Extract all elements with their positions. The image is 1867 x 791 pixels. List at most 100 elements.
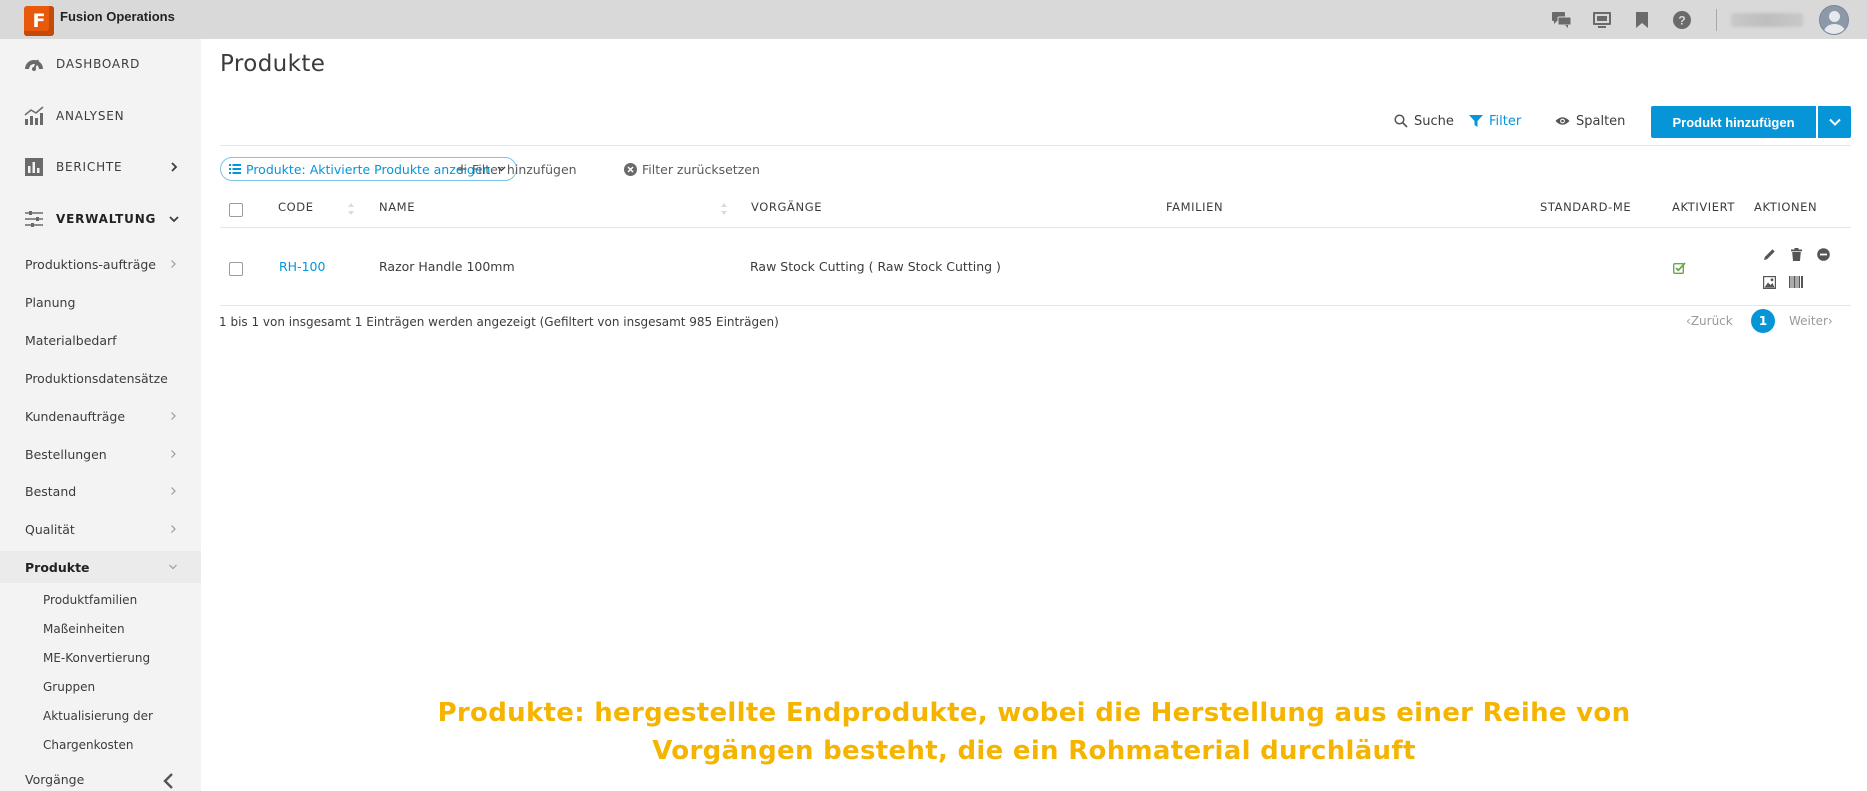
bookmark-icon[interactable] bbox=[1631, 9, 1653, 31]
sidebar-item-label: VERWALTUNG bbox=[56, 212, 157, 226]
column-header-default-uom[interactable]: STANDARD-ME bbox=[1540, 200, 1631, 214]
select-all-checkbox[interactable] bbox=[229, 203, 243, 217]
sidebar-item-chargenkosten[interactable]: Aktualisierung der bbox=[0, 701, 201, 730]
chat-icon[interactable] bbox=[1551, 9, 1573, 31]
toolbar-divider bbox=[220, 145, 1851, 146]
help-icon[interactable]: ? bbox=[1671, 9, 1693, 31]
sidebar-item-verwaltung[interactable]: VERWALTUNG bbox=[0, 199, 201, 239]
chevron-down-icon bbox=[169, 564, 177, 570]
activated-checkmark-icon bbox=[1673, 262, 1686, 274]
column-header-actions: AKTIONEN bbox=[1754, 200, 1818, 214]
product-code-link[interactable]: RH-100 bbox=[279, 259, 325, 274]
sidebar-item-produktionsdatensaetze[interactable]: Produktionsdatensätze bbox=[0, 362, 201, 394]
reset-filter-label: Filter zurücksetzen bbox=[642, 161, 760, 177]
reset-filter-link[interactable]: Filter zurücksetzen bbox=[624, 160, 760, 178]
sidebar: DASHBOARD ANALYSEN BERICHTE VERWALTUNG P… bbox=[0, 39, 201, 791]
user-name[interactable] bbox=[1731, 12, 1803, 27]
eye-icon bbox=[1555, 117, 1570, 125]
pagination-page-button[interactable]: 1 bbox=[1751, 309, 1775, 333]
sidebar-item-label: Gruppen bbox=[43, 679, 96, 694]
chevron-right-icon bbox=[171, 525, 176, 533]
search-button[interactable]: Suche bbox=[1394, 111, 1454, 131]
sidebar-item-gruppen[interactable]: Gruppen bbox=[0, 672, 201, 701]
columns-label: Spalten bbox=[1576, 113, 1626, 129]
sidebar-item-label: DASHBOARD bbox=[56, 57, 141, 71]
main-content: Produkte Suche Filter Spalten Produkt hi… bbox=[201, 39, 1867, 791]
sidebar-item-label: Bestellungen bbox=[25, 446, 107, 462]
top-bar-divider bbox=[1716, 8, 1717, 31]
sort-icon[interactable] bbox=[347, 202, 355, 216]
image-icon[interactable] bbox=[1762, 275, 1776, 289]
sidebar-item-dashboard[interactable]: DASHBOARD bbox=[0, 44, 201, 84]
sidebar-item-label: Aktualisierung der bbox=[43, 708, 153, 723]
sidebar-item-label: Planung bbox=[25, 294, 76, 310]
list-icon bbox=[229, 164, 241, 174]
dashboard-icon bbox=[25, 59, 43, 71]
deactivate-icon[interactable] bbox=[1816, 247, 1830, 261]
sort-icon[interactable] bbox=[720, 202, 728, 216]
column-header-name[interactable]: NAME bbox=[379, 200, 415, 214]
sidebar-item-masseinheiten[interactable]: Maßeinheiten bbox=[0, 614, 201, 643]
caption-line-1: Produkte: hergestellte Endprodukte, wobe… bbox=[437, 698, 1631, 728]
collapse-sidebar-icon[interactable] bbox=[160, 772, 178, 790]
pagination-next-button[interactable]: Weiter› bbox=[1789, 314, 1833, 328]
filter-button[interactable]: Filter bbox=[1469, 111, 1521, 131]
chevron-right-icon bbox=[171, 412, 176, 420]
sidebar-item-bestand[interactable]: Bestand bbox=[0, 475, 201, 507]
plus-icon bbox=[457, 164, 467, 174]
sidebar-item-label: Vorgänge bbox=[25, 771, 85, 787]
sidebar-item-planung[interactable]: Planung bbox=[0, 286, 201, 318]
chevron-down-icon bbox=[1828, 118, 1841, 126]
filter-label: Filter bbox=[1489, 113, 1522, 129]
sidebar-item-label: Chargenkosten bbox=[43, 737, 134, 752]
chevron-down-icon bbox=[169, 216, 179, 223]
columns-button[interactable]: Spalten bbox=[1555, 111, 1625, 131]
sidebar-item-qualitaet[interactable]: Qualität bbox=[0, 513, 201, 545]
sidebar-item-bestellungen[interactable]: Bestellungen bbox=[0, 438, 201, 470]
search-icon bbox=[1394, 114, 1408, 128]
sidebar-item-label: ANALYSEN bbox=[56, 109, 125, 123]
chevron-right-icon bbox=[171, 162, 178, 172]
sidebar-item-label: Maßeinheiten bbox=[43, 621, 125, 636]
add-product-button[interactable]: Produkt hinzufügen bbox=[1651, 106, 1816, 138]
sidebar-item-chargenkosten-line2[interactable]: Chargenkosten bbox=[0, 730, 201, 759]
row-checkbox[interactable] bbox=[229, 262, 243, 276]
delete-icon[interactable] bbox=[1789, 247, 1803, 261]
sidebar-item-label: Produktfamilien bbox=[43, 592, 138, 607]
sidebar-item-materialbedarf[interactable]: Materialbedarf bbox=[0, 324, 201, 356]
screen-icon[interactable] bbox=[1591, 9, 1613, 31]
sidebar-item-produktfamilien[interactable]: Produktfamilien bbox=[0, 585, 201, 614]
column-header-activated[interactable]: AKTIVIERT bbox=[1672, 200, 1735, 214]
table-bottom-divider bbox=[220, 305, 1851, 306]
clear-icon bbox=[624, 162, 637, 176]
edit-icon[interactable] bbox=[1762, 247, 1776, 261]
table-header-divider bbox=[220, 227, 1851, 228]
sidebar-item-label: Qualität bbox=[25, 521, 75, 537]
sidebar-item-analysen[interactable]: ANALYSEN bbox=[0, 96, 201, 136]
column-header-families[interactable]: FAMILIEN bbox=[1166, 200, 1223, 214]
sidebar-item-produkte[interactable]: Produkte bbox=[0, 551, 201, 583]
add-filter-link[interactable]: Filter hinzufügen bbox=[457, 160, 577, 178]
avatar[interactable] bbox=[1819, 4, 1849, 35]
sidebar-item-kundenauftraege[interactable]: Kundenaufträge bbox=[0, 400, 201, 432]
analytics-icon bbox=[24, 106, 44, 125]
column-header-code[interactable]: CODE bbox=[278, 200, 314, 214]
barcode-icon[interactable] bbox=[1789, 275, 1803, 289]
pagination-info: 1 bis 1 von insgesamt 1 Einträgen werden… bbox=[219, 315, 779, 329]
svg-text:?: ? bbox=[1678, 13, 1685, 27]
search-label: Suche bbox=[1414, 113, 1454, 129]
app-title: Fusion Operations bbox=[60, 9, 175, 24]
page-title: Produkte bbox=[220, 51, 326, 77]
add-product-dropdown-button[interactable] bbox=[1818, 106, 1851, 138]
column-header-operations[interactable]: VORGÄNGE bbox=[751, 200, 822, 214]
sidebar-item-me-konvertierung[interactable]: ME-Konvertierung bbox=[0, 643, 201, 672]
pagination-prev-button[interactable]: ‹Zurück bbox=[1686, 314, 1733, 328]
sidebar-item-produktionsauftraege[interactable]: Produktions-aufträge bbox=[0, 248, 201, 280]
settings-sliders-icon bbox=[25, 211, 43, 227]
sidebar-item-label: Produktionsdatensätze bbox=[25, 370, 168, 386]
top-bar-icons: ? bbox=[1542, 0, 1867, 39]
caption-overlay: Produkte: hergestellte Endprodukte, wobe… bbox=[201, 694, 1867, 770]
pagination-next-label: Weiter bbox=[1789, 314, 1828, 328]
sidebar-item-berichte[interactable]: BERICHTE bbox=[0, 147, 201, 187]
app-logo[interactable]: F bbox=[24, 6, 54, 36]
